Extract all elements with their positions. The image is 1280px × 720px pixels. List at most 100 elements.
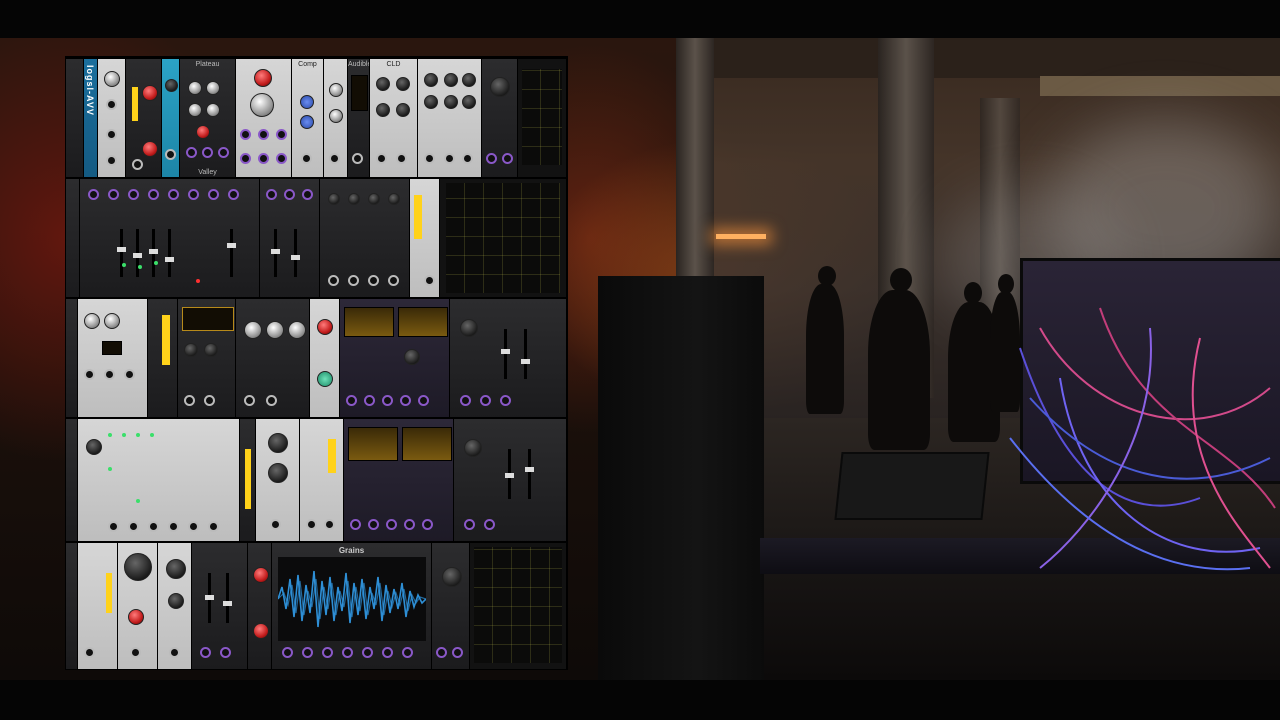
output-jack[interactable] xyxy=(132,159,143,170)
jack[interactable] xyxy=(364,395,375,406)
switch-knob[interactable] xyxy=(124,553,152,581)
knob[interactable] xyxy=(368,193,380,205)
module-grains[interactable]: Grains xyxy=(272,543,432,669)
jack[interactable] xyxy=(284,189,295,200)
knob[interactable] xyxy=(329,83,343,97)
jack[interactable] xyxy=(204,395,215,406)
knob[interactable] xyxy=(188,81,202,95)
jack[interactable] xyxy=(404,519,415,530)
module-vcf-2[interactable] xyxy=(158,543,192,669)
module-attenuverter[interactable] xyxy=(78,543,118,669)
frequency-knob[interactable] xyxy=(250,93,274,117)
knob[interactable] xyxy=(206,81,220,95)
jack[interactable] xyxy=(270,519,281,530)
jack[interactable] xyxy=(324,519,335,530)
jack[interactable] xyxy=(302,189,313,200)
module-clock[interactable] xyxy=(78,299,148,419)
jack[interactable] xyxy=(169,647,180,658)
jack[interactable] xyxy=(301,153,312,164)
module-grain-synth-2[interactable] xyxy=(344,419,454,543)
module-grain-synth[interactable] xyxy=(340,299,450,419)
module-mixer-out-2[interactable] xyxy=(454,419,567,543)
knob[interactable] xyxy=(376,77,390,91)
jack[interactable] xyxy=(400,395,411,406)
module-comp[interactable]: Comp xyxy=(292,59,324,179)
jack[interactable] xyxy=(436,647,447,658)
jack[interactable] xyxy=(108,521,119,532)
jack[interactable] xyxy=(128,521,139,532)
jack[interactable] xyxy=(424,275,435,286)
knob[interactable] xyxy=(329,109,343,123)
knob[interactable] xyxy=(184,343,198,357)
jack[interactable] xyxy=(452,647,463,658)
blue-knob[interactable] xyxy=(300,115,314,129)
red-knob[interactable] xyxy=(317,319,333,335)
module-envelope[interactable] xyxy=(236,299,310,419)
jack[interactable] xyxy=(165,149,176,160)
channel-fader[interactable] xyxy=(271,229,280,277)
module-vca-2[interactable] xyxy=(248,543,272,669)
module-rack[interactable]: Iogsl-AVV Plateau Valley Comp Audible CL… xyxy=(65,56,568,670)
jack[interactable] xyxy=(202,147,213,158)
jack[interactable] xyxy=(444,153,455,164)
output-jack[interactable] xyxy=(106,155,117,166)
jack[interactable] xyxy=(148,189,159,200)
jack[interactable] xyxy=(168,521,179,532)
module-switch[interactable] xyxy=(118,543,158,669)
knob[interactable] xyxy=(462,73,476,87)
knob[interactable] xyxy=(84,313,100,329)
module-vca[interactable] xyxy=(126,59,162,179)
jack[interactable] xyxy=(186,147,197,158)
jack[interactable] xyxy=(464,519,475,530)
jack[interactable] xyxy=(258,129,269,140)
jack[interactable] xyxy=(220,647,231,658)
jack[interactable] xyxy=(84,647,95,658)
red-knob[interactable] xyxy=(196,125,210,139)
module-step-sequencer[interactable] xyxy=(78,419,240,543)
knob[interactable] xyxy=(388,193,400,205)
jack[interactable] xyxy=(208,521,219,532)
jack[interactable] xyxy=(200,647,211,658)
knob[interactable] xyxy=(376,103,390,117)
red-knob[interactable] xyxy=(254,69,272,87)
jack[interactable] xyxy=(282,647,293,658)
knob[interactable] xyxy=(244,321,262,339)
jack[interactable] xyxy=(128,189,139,200)
knob[interactable] xyxy=(444,73,458,87)
module-mixer-out[interactable] xyxy=(450,299,567,419)
knob[interactable] xyxy=(460,319,478,337)
jack[interactable] xyxy=(302,647,313,658)
knob[interactable] xyxy=(204,343,218,357)
module-sequencer[interactable] xyxy=(320,179,410,299)
jack[interactable] xyxy=(228,189,239,200)
knob[interactable] xyxy=(404,349,420,365)
jack[interactable] xyxy=(382,395,393,406)
knob[interactable] xyxy=(396,77,410,91)
jack[interactable] xyxy=(342,647,353,658)
jack[interactable] xyxy=(184,395,195,406)
jack[interactable] xyxy=(276,129,287,140)
jack[interactable] xyxy=(188,189,199,200)
module-mixer-large[interactable] xyxy=(80,179,260,299)
module-gate[interactable] xyxy=(240,419,256,543)
jack[interactable] xyxy=(352,153,363,164)
red-knob[interactable] xyxy=(253,567,269,583)
jack[interactable] xyxy=(382,647,393,658)
red-knob[interactable] xyxy=(253,623,269,639)
jack[interactable] xyxy=(240,153,251,164)
channel-fader[interactable] xyxy=(501,329,510,379)
jack[interactable] xyxy=(486,153,497,164)
module-mixer-strip[interactable] xyxy=(98,59,126,179)
jack[interactable] xyxy=(104,369,115,380)
jack[interactable] xyxy=(348,275,359,286)
jack[interactable] xyxy=(362,647,373,658)
jack[interactable] xyxy=(346,395,357,406)
knob[interactable] xyxy=(166,559,186,579)
channel-fader[interactable] xyxy=(149,229,158,277)
jack[interactable] xyxy=(329,153,340,164)
jack[interactable] xyxy=(388,275,399,286)
jack[interactable] xyxy=(266,395,277,406)
blue-knob[interactable] xyxy=(300,95,314,109)
jack[interactable] xyxy=(368,275,379,286)
jack[interactable] xyxy=(484,519,495,530)
